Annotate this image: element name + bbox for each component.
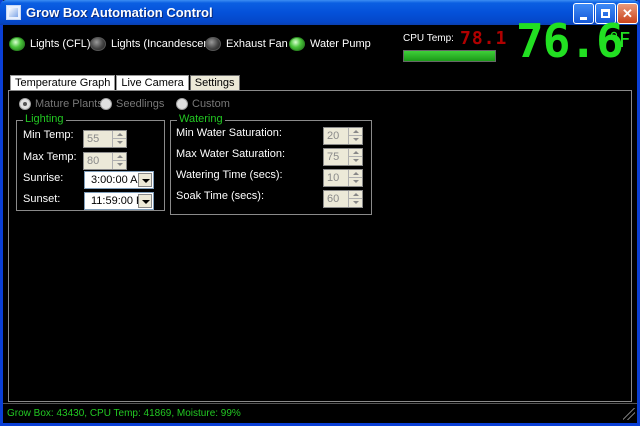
sunrise-label: Sunrise: [23, 172, 64, 184]
sunset-label: Sunset: [23, 193, 61, 205]
max-water-saturation-stepper[interactable]: 75 [323, 148, 363, 166]
status-bar: Grow Box: 43430, CPU Temp: 41869, Moistu… [3, 403, 637, 423]
radio-label: Seedlings [116, 98, 165, 110]
watering-group: Watering Min Water Saturation: 20 Max Wa… [170, 113, 372, 215]
radio-unchecked-icon [100, 98, 112, 110]
min-temp-value: 55 [87, 133, 100, 145]
indicator-exhaust-fan: Exhaust Fan [205, 37, 288, 51]
watering-time-label: Watering Time (secs): [176, 169, 283, 181]
indicator-label: Exhaust Fan [226, 38, 288, 50]
indicator-label: Lights (Incandescent) [111, 38, 217, 50]
stepper-up-icon[interactable] [348, 191, 362, 199]
stepper-down-icon[interactable] [348, 178, 362, 186]
settings-panel: Mature Plants Seedlings Custom Lighting … [8, 90, 632, 402]
tab-settings[interactable]: Settings [189, 75, 240, 90]
soak-time-label: Soak Time (secs): [176, 190, 265, 202]
temperature-readout: 76.6 [516, 14, 624, 68]
watering-time-value: 10 [327, 172, 340, 184]
indicator-lights-incandescent: Lights (Incandescent) [90, 37, 216, 51]
stepper-down-icon[interactable] [348, 157, 362, 165]
temperature-unit: °F [609, 28, 631, 52]
max-temp-value: 80 [87, 155, 100, 167]
watering-time-stepper[interactable]: 10 [323, 169, 363, 187]
chevron-down-icon[interactable] [138, 194, 152, 208]
min-water-saturation-stepper[interactable]: 20 [323, 127, 363, 145]
indicator-label: Water Pump [310, 38, 371, 50]
soak-time-value: 60 [327, 193, 340, 205]
close-icon: ✕ [622, 6, 633, 21]
stepper-up-icon[interactable] [112, 131, 126, 139]
min-water-saturation-label: Min Water Saturation: [176, 127, 282, 139]
sunset-picker[interactable]: 11:59:00 PM [84, 192, 154, 210]
max-temp-label: Max Temp: [23, 151, 77, 163]
radio-seedlings[interactable]: Seedlings [100, 98, 164, 110]
radio-label: Mature Plants [35, 98, 103, 110]
stepper-up-icon[interactable] [348, 149, 362, 157]
indicator-lights-cfl: Lights (CFL) [9, 37, 91, 51]
status-text: Grow Box: 43430, CPU Temp: 41869, Moistu… [7, 408, 241, 419]
radio-unchecked-icon [176, 98, 188, 110]
app-icon [6, 5, 21, 20]
stepper-down-icon[interactable] [112, 139, 126, 147]
radio-label: Custom [192, 98, 230, 110]
radio-mature-plants[interactable]: Mature Plants [19, 98, 103, 110]
max-temp-stepper[interactable]: 80 [83, 152, 127, 170]
tab-live-camera[interactable]: Live Camera [116, 75, 189, 90]
cpu-temp-bar-fill [404, 51, 495, 61]
radio-custom[interactable]: Custom [176, 98, 230, 110]
cpu-temp-bar [403, 50, 496, 62]
led-off-icon [90, 37, 106, 51]
stepper-down-icon[interactable] [348, 136, 362, 144]
led-on-icon [289, 37, 305, 51]
resize-grip-icon[interactable] [623, 408, 635, 420]
chevron-down-icon[interactable] [138, 173, 152, 187]
cpu-temp-label: CPU Temp: [403, 33, 454, 44]
indicator-water-pump: Water Pump [289, 37, 371, 51]
tab-strip: Temperature Graph Live Camera Settings [10, 75, 241, 90]
min-temp-stepper[interactable]: 55 [83, 130, 127, 148]
soak-time-stepper[interactable]: 60 [323, 190, 363, 208]
app-window: Grow Box Automation Control ✕ Lights (CF… [0, 0, 640, 426]
cpu-temp-value: 78.1 [460, 28, 508, 49]
max-water-saturation-value: 75 [327, 151, 340, 163]
window-title: Grow Box Automation Control [26, 5, 213, 20]
max-water-saturation-label: Max Water Saturation: [176, 148, 286, 160]
led-off-icon [205, 37, 221, 51]
lighting-group: Lighting Min Temp: 55 Max Temp: 80 Sunri… [16, 113, 165, 211]
watering-group-title: Watering [177, 113, 225, 125]
led-on-icon [9, 37, 25, 51]
lighting-group-title: Lighting [23, 113, 66, 125]
stepper-up-icon[interactable] [348, 170, 362, 178]
stepper-down-icon[interactable] [348, 199, 362, 207]
stepper-up-icon[interactable] [348, 128, 362, 136]
min-temp-label: Min Temp: [23, 129, 74, 141]
tab-temperature-graph[interactable]: Temperature Graph [10, 75, 116, 90]
radio-checked-icon [19, 98, 31, 110]
indicator-label: Lights (CFL) [30, 38, 91, 50]
stepper-up-icon[interactable] [112, 153, 126, 161]
min-water-saturation-value: 20 [327, 130, 340, 142]
stepper-down-icon[interactable] [112, 161, 126, 169]
sunrise-picker[interactable]: 3:00:00 AM [84, 171, 154, 189]
